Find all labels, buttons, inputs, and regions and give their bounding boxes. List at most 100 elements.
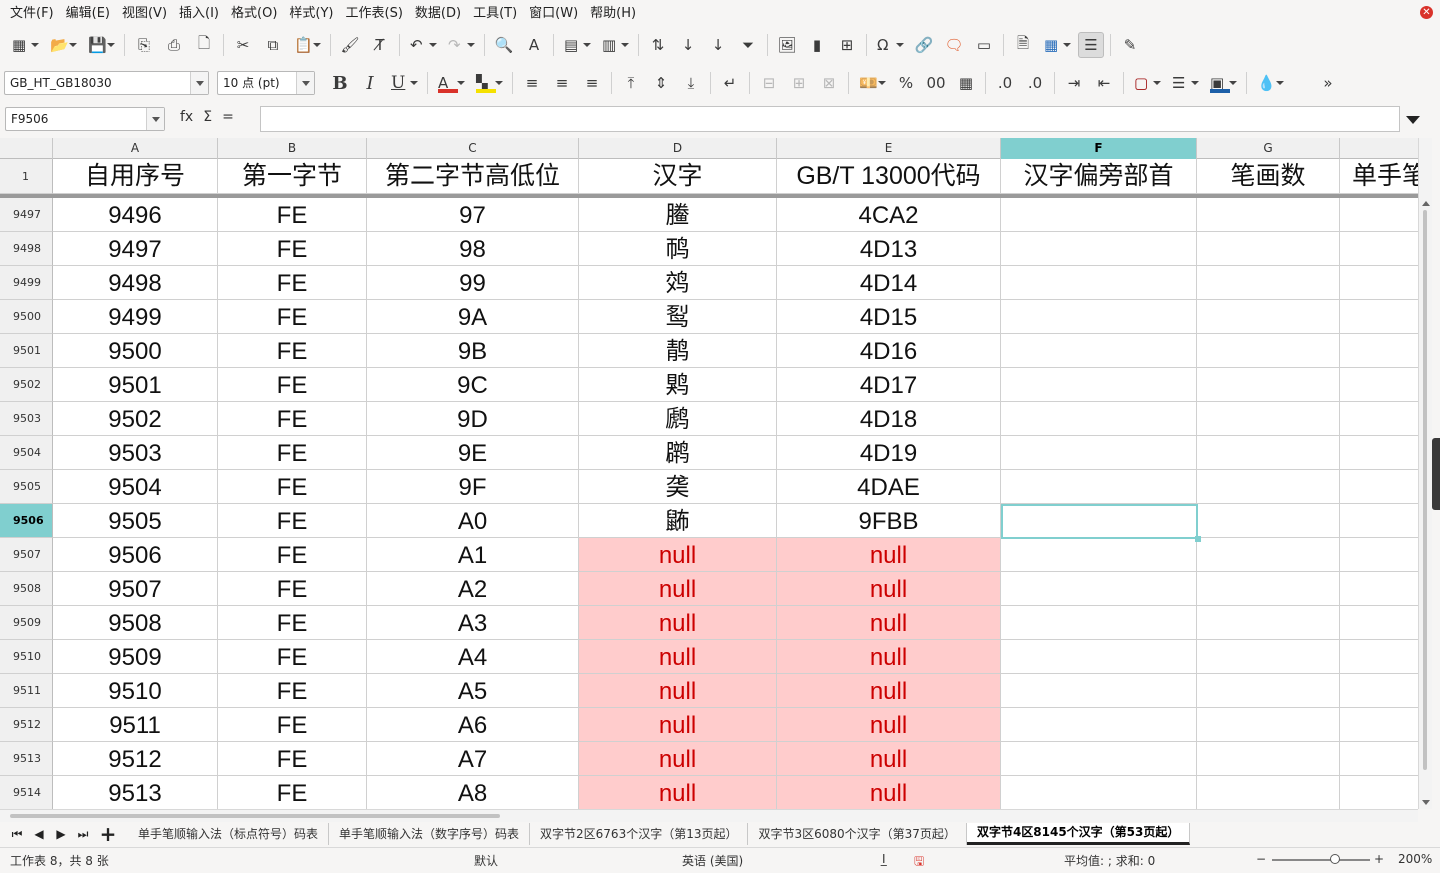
table-cell[interactable]: FE [218, 436, 367, 470]
row-header[interactable]: 9507 [0, 538, 53, 572]
autofilter-icon[interactable]: ⏷ [735, 32, 761, 58]
borders-icon[interactable]: ▢ [1130, 70, 1164, 96]
table-cell[interactable] [1001, 266, 1197, 300]
table-cell[interactable]: null [579, 776, 777, 809]
sidebar-toggle[interactable] [1432, 438, 1440, 510]
column-header[interactable]: F [1001, 138, 1197, 159]
table-cell[interactable] [1340, 640, 1418, 674]
formula-equals-icon[interactable]: = [222, 109, 234, 125]
wrap-text-icon[interactable]: ↵ [717, 70, 743, 96]
table-cell[interactable]: 9513 [53, 776, 218, 809]
last-sheet-icon[interactable]: ⏭ [72, 827, 94, 842]
table-cell[interactable]: A8 [367, 776, 579, 809]
sheet-tab[interactable]: 双字节3区6080个汉字（第37页起） [748, 823, 967, 845]
table-cell[interactable]: 鿻 [579, 504, 777, 538]
column-title-cell[interactable]: 自用序号 [53, 159, 218, 194]
table-cell[interactable]: null [579, 708, 777, 742]
function-wizard-icon[interactable]: fx [180, 109, 193, 125]
table-cell[interactable]: null [777, 708, 1001, 742]
open-folder-icon[interactable]: 📂 [46, 32, 80, 58]
table-cell[interactable] [1001, 232, 1197, 266]
column-header[interactable]: A [53, 138, 218, 159]
table-cell[interactable]: 9510 [53, 674, 218, 708]
table-cell[interactable]: FE [218, 776, 367, 809]
increase-indent-icon[interactable]: ⇥ [1061, 70, 1087, 96]
zoom-slider-handle[interactable] [1330, 854, 1340, 864]
table-cell[interactable]: 9496 [53, 198, 218, 232]
menu-insert[interactable]: 插入(I) [173, 0, 225, 27]
table-cell[interactable]: 4D17 [777, 368, 1001, 402]
menu-window[interactable]: 窗口(W) [523, 0, 584, 27]
table-cell[interactable] [1001, 402, 1197, 436]
new-document-icon[interactable]: ▦ [8, 32, 42, 58]
table-cell[interactable] [1197, 776, 1340, 809]
table-cell[interactable]: 9499 [53, 300, 218, 334]
table-cell[interactable]: 䴔 [579, 266, 777, 300]
clone-formatting-icon[interactable]: 🖌 [337, 32, 363, 58]
table-cell[interactable]: null [777, 640, 1001, 674]
row-header[interactable]: 9508 [0, 572, 53, 606]
table-cell[interactable]: null [777, 742, 1001, 776]
table-cell[interactable] [1340, 606, 1418, 640]
table-cell[interactable]: 9500 [53, 334, 218, 368]
table-cell[interactable]: null [777, 776, 1001, 809]
table-cell[interactable] [1340, 742, 1418, 776]
chevron-down-icon[interactable] [296, 72, 314, 94]
table-cell[interactable] [1001, 708, 1197, 742]
delete-decimal-icon[interactable]: .0 [1022, 70, 1048, 96]
horizontal-scrollbar[interactable] [0, 809, 1418, 822]
undo-icon[interactable]: ↶ [406, 32, 440, 58]
column-title-cell[interactable]: 第二字节高低位 [367, 159, 579, 194]
table-cell[interactable] [1197, 266, 1340, 300]
expand-formula-icon[interactable] [1406, 116, 1420, 124]
row-header[interactable]: 9500 [0, 300, 53, 334]
table-cell[interactable]: 4D16 [777, 334, 1001, 368]
align-right-icon[interactable]: ≡ [579, 70, 605, 96]
table-cell[interactable] [1340, 504, 1418, 538]
table-cell[interactable] [1197, 538, 1340, 572]
table-cell[interactable]: 9504 [53, 470, 218, 504]
language[interactable]: 英语 (美国) [682, 852, 743, 869]
table-cell[interactable]: A2 [367, 572, 579, 606]
row-header[interactable]: 9504 [0, 436, 53, 470]
table-cell[interactable]: 䲢 [579, 198, 777, 232]
align-left-icon[interactable]: ≡ [519, 70, 545, 96]
column-title-cell[interactable]: 汉字偏旁部首 [1001, 159, 1197, 194]
menu-format[interactable]: 格式(O) [225, 0, 283, 27]
table-cell[interactable] [1197, 402, 1340, 436]
table-cell[interactable] [1340, 572, 1418, 606]
table-cell[interactable]: null [579, 674, 777, 708]
zoom-in-icon[interactable]: + [1374, 852, 1384, 866]
table-cell[interactable]: A0 [367, 504, 579, 538]
add-decimal-icon[interactable]: .0 [992, 70, 1018, 96]
insert-chart-icon[interactable]: ▮ [804, 32, 830, 58]
row-header[interactable]: 9513 [0, 742, 53, 776]
column-title-cell[interactable]: 汉字 [579, 159, 777, 194]
table-cell[interactable]: FE [218, 742, 367, 776]
menu-sheet[interactable]: 工作表(S) [340, 0, 409, 27]
sheet-tab[interactable]: 单手笔顺输入法（标点符号）码表 [128, 823, 330, 845]
column-header[interactable]: B [218, 138, 367, 159]
hyperlink-icon[interactable]: 🔗 [911, 32, 937, 58]
table-cell[interactable] [1340, 198, 1418, 232]
sheet-tab[interactable]: 双字节4区8145个汉字（第53页起） [966, 823, 1191, 845]
chevron-down-icon[interactable] [146, 108, 164, 130]
print-icon[interactable]: ⎙ [161, 32, 187, 58]
table-cell[interactable] [1197, 334, 1340, 368]
table-cell[interactable]: null [579, 742, 777, 776]
selection-mode-icon[interactable]: I̲ [882, 852, 886, 866]
table-cell[interactable]: 4DAE [777, 470, 1001, 504]
sort-descending-icon[interactable]: ↓ [705, 32, 731, 58]
currency-format-icon[interactable]: 💴 [855, 70, 889, 96]
show-draw-functions-icon[interactable]: ✎ [1117, 32, 1143, 58]
table-cell[interactable] [1340, 402, 1418, 436]
table-cell[interactable]: FE [218, 640, 367, 674]
table-cell[interactable] [1197, 640, 1340, 674]
table-cell[interactable] [1001, 334, 1197, 368]
date-format-icon[interactable]: ▦ [953, 70, 979, 96]
table-cell[interactable]: 9FBB [777, 504, 1001, 538]
table-cell[interactable]: null [777, 572, 1001, 606]
table-cell[interactable] [1197, 674, 1340, 708]
define-print-area-icon[interactable]: 🗎 [1010, 32, 1036, 58]
previous-sheet-icon[interactable]: ◀ [28, 827, 50, 841]
